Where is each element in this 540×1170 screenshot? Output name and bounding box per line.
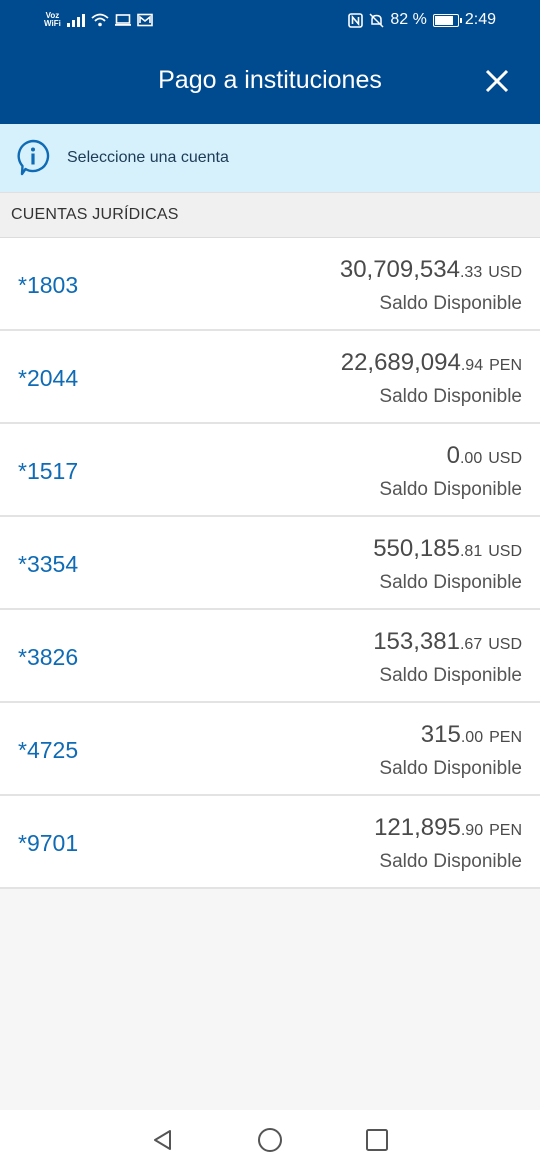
info-icon — [17, 139, 50, 176]
balance-label: Saldo Disponible — [379, 293, 522, 314]
back-button[interactable] — [148, 1125, 178, 1155]
balance-currency: PEN — [489, 822, 522, 839]
account-number: *2044 — [18, 365, 79, 391]
balance-integer: 153,381 — [373, 628, 460, 655]
balance-decimals: .90 — [460, 822, 484, 839]
wifi-icon — [91, 13, 109, 27]
status-bar: Voz WiFi 82 % 2:49 — [0, 0, 540, 40]
balance-currency: USD — [488, 636, 522, 653]
account-row[interactable]: *1803 30,709,534.33 USD Saldo Disponible — [0, 238, 540, 331]
close-button[interactable] — [480, 64, 514, 98]
balance-decimals: .33 — [459, 264, 483, 281]
balance-integer: 22,689,094 — [340, 349, 461, 376]
balance-integer: 550,185 — [373, 535, 460, 562]
account-number: *1517 — [18, 458, 79, 484]
status-right-icons: 82 % 2:49 — [348, 11, 496, 29]
balance-label: Saldo Disponible — [379, 386, 522, 407]
account-number: *1803 — [18, 272, 79, 298]
info-message: Seleccione una cuenta — [67, 149, 229, 166]
balance-label: Saldo Disponible — [379, 572, 522, 593]
balance-label: Saldo Disponible — [379, 758, 522, 779]
account-balance: 315.00 PEN — [421, 721, 522, 749]
recents-square-icon — [365, 1129, 388, 1151]
balance-currency: USD — [488, 450, 522, 467]
account-list: *1803 30,709,534.33 USD Saldo Disponible … — [0, 238, 540, 889]
balance-currency: USD — [488, 543, 522, 560]
balance-label: Saldo Disponible — [379, 665, 522, 686]
account-row[interactable]: *1517 0.00 USD Saldo Disponible — [0, 424, 540, 517]
wifi-label: WiFi — [44, 19, 61, 28]
account-balance: 22,689,094.94 PEN — [341, 349, 522, 377]
section-header: CUENTAS JURÍDICAS — [0, 192, 540, 238]
account-number: *3826 — [18, 644, 79, 670]
app-header: Pago a instituciones — [0, 40, 540, 124]
account-balance: 550,185.81 USD — [373, 535, 522, 563]
battery-percent: 82 % — [390, 11, 427, 28]
balance-integer: 30,709,534 — [339, 256, 460, 283]
account-row[interactable]: *9701 121,895.90 PEN Saldo Disponible — [0, 796, 540, 889]
home-button[interactable] — [255, 1125, 285, 1155]
battery-icon — [432, 13, 462, 27]
clock: 2:49 — [464, 11, 496, 28]
account-balance: 30,709,534.33 USD — [340, 256, 522, 284]
balance-decimals: .81 — [459, 543, 483, 560]
recents-button[interactable] — [362, 1125, 392, 1155]
balance-decimals: .94 — [460, 357, 484, 374]
back-triangle-icon — [154, 1130, 172, 1150]
voz-wifi-icon: Voz WiFi — [44, 12, 61, 28]
account-row[interactable]: *4725 315.00 PEN Saldo Disponible — [0, 703, 540, 796]
balance-label: Saldo Disponible — [379, 851, 522, 872]
balance-currency: USD — [488, 264, 522, 281]
nfc-icon — [348, 12, 364, 28]
balance-decimals: .67 — [459, 636, 483, 653]
balance-integer: 121,895 — [374, 814, 461, 841]
home-circle-icon — [257, 1128, 282, 1152]
account-row[interactable]: *3354 550,185.81 USD Saldo Disponible — [0, 517, 540, 610]
balance-label: Saldo Disponible — [379, 479, 522, 500]
page-title: Pago a instituciones — [158, 66, 382, 94]
account-row[interactable]: *2044 22,689,094.94 PEN Saldo Disponible — [0, 331, 540, 424]
balance-currency: PEN — [489, 357, 522, 374]
close-icon — [485, 69, 509, 93]
mail-icon — [137, 13, 153, 27]
account-balance: 153,381.67 USD — [373, 628, 522, 656]
status-left-icons: Voz WiFi — [44, 12, 153, 28]
balance-currency: PEN — [489, 729, 522, 746]
account-balance: 0.00 USD — [447, 442, 522, 470]
signal-icon — [66, 13, 85, 27]
mute-bell-icon — [369, 12, 384, 28]
balance-decimals: .00 — [459, 450, 483, 467]
balance-integer: 315 — [420, 721, 461, 748]
balance-decimals: .00 — [460, 729, 484, 746]
battery-fill — [434, 15, 453, 25]
system-nav-bar — [0, 1110, 540, 1170]
account-row[interactable]: *3826 153,381.67 USD Saldo Disponible — [0, 610, 540, 703]
screen-cast-icon — [114, 14, 131, 26]
balance-integer: 0 — [446, 442, 460, 469]
account-number: *9701 — [18, 830, 79, 856]
account-balance: 121,895.90 PEN — [374, 814, 522, 842]
account-number: *4725 — [18, 737, 79, 763]
info-banner: Seleccione una cuenta — [0, 124, 540, 192]
account-number: *3354 — [18, 551, 79, 577]
